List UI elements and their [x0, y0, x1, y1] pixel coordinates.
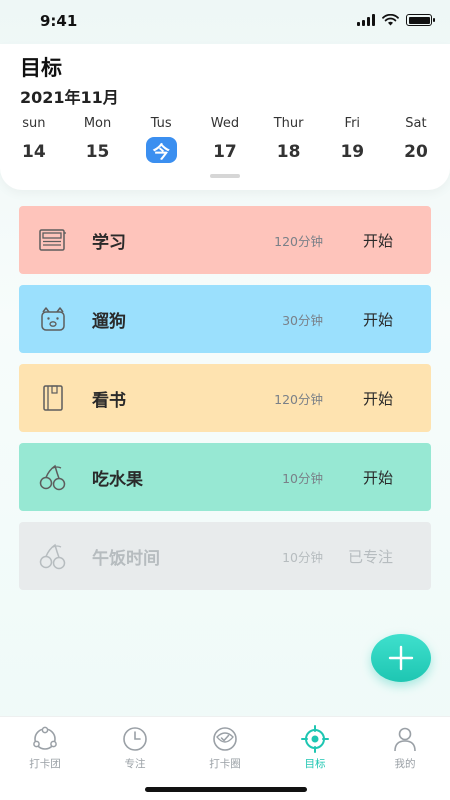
start-button[interactable]: 开始 — [363, 388, 393, 409]
book-icon — [43, 385, 63, 411]
task-card-eat-fruit[interactable]: 吃水果 10分钟 开始 — [19, 443, 431, 511]
person-icon — [394, 727, 416, 752]
cherry-icon — [39, 543, 66, 570]
day-thu[interactable]: Thur 18 — [257, 116, 321, 166]
day-name: Fri — [344, 116, 361, 131]
day-tue[interactable]: Tus 今 — [129, 116, 193, 166]
tab-checkin-circle[interactable]: 打卡圈 — [180, 725, 270, 771]
task-card-study[interactable]: 学习 120分钟 开始 — [19, 206, 431, 274]
clock-icon — [123, 727, 147, 751]
day-date: 20 — [404, 142, 428, 162]
dog-icon — [41, 307, 65, 331]
wifi-icon — [382, 14, 399, 26]
task-card-lunch[interactable]: 午饭时间 10分钟 已专注 — [19, 522, 431, 590]
task-name: 吃水果 — [92, 469, 143, 490]
drag-handle[interactable] — [210, 174, 240, 178]
focused-status: 已专注 — [347, 547, 393, 566]
tab-label: 打卡圈 — [209, 758, 241, 770]
day-sun[interactable]: sun 14 — [2, 116, 66, 166]
month-label: 2021年11月 — [20, 88, 119, 107]
task-duration: 10分钟 — [282, 549, 323, 565]
status-icons — [357, 14, 435, 26]
task-name: 午饭时间 — [92, 548, 160, 569]
day-name: Tus — [150, 116, 172, 131]
status-bar: 9:41 — [0, 0, 450, 44]
start-button[interactable]: 开始 — [363, 467, 393, 488]
tab-label: 目标 — [304, 758, 326, 770]
today-badge: 今 — [145, 137, 177, 163]
task-name: 遛狗 — [92, 311, 126, 332]
day-mon[interactable]: Mon 15 — [66, 116, 130, 166]
day-date: 18 — [276, 142, 301, 162]
tab-label: 打卡团 — [29, 758, 61, 770]
plus-icon — [388, 645, 414, 671]
day-name: Wed — [210, 116, 240, 131]
status-time: 9:41 — [40, 12, 78, 30]
day-fri[interactable]: Fri 19 — [320, 116, 384, 166]
add-goal-button[interactable] — [371, 634, 431, 682]
day-name: Thur — [273, 116, 304, 131]
group-icon — [33, 726, 57, 750]
task-duration: 120分钟 — [274, 233, 323, 249]
task-card-read[interactable]: 看书 120分钟 开始 — [19, 364, 431, 432]
circle-check-icon — [213, 727, 237, 751]
day-wed[interactable]: Wed 17 — [193, 116, 257, 166]
page-title: 目标 — [20, 56, 62, 80]
tab-mine[interactable]: 我的 — [360, 725, 450, 771]
day-name: Mon — [83, 116, 112, 131]
task-name: 看书 — [92, 390, 126, 411]
cherry-icon — [39, 464, 66, 491]
notebook-icon — [39, 229, 66, 251]
tab-checkin-group[interactable]: 打卡团 — [0, 725, 90, 771]
start-button[interactable]: 开始 — [363, 230, 393, 251]
task-duration: 10分钟 — [282, 470, 323, 486]
day-name: Sat — [405, 116, 427, 131]
home-indicator — [145, 787, 307, 792]
tab-focus[interactable]: 专注 — [90, 725, 180, 771]
day-date: 15 — [85, 142, 110, 162]
week-calendar: sun 14 Mon 15 Tus 今 Wed 17 Thur 18 Fri 1… — [2, 116, 448, 166]
task-name: 学习 — [92, 232, 126, 253]
day-date: 14 — [22, 142, 46, 162]
tab-goals[interactable]: 目标 — [270, 725, 360, 771]
day-name: sun — [22, 116, 46, 131]
start-button[interactable]: 开始 — [363, 309, 393, 330]
battery-icon — [406, 14, 435, 26]
task-duration: 30分钟 — [282, 312, 323, 328]
tab-label: 专注 — [124, 758, 146, 770]
signal-icon — [357, 14, 375, 26]
day-date: 17 — [213, 142, 237, 162]
task-card-walk-dog[interactable]: 遛狗 30分钟 开始 — [19, 285, 431, 353]
tab-label: 我的 — [394, 758, 416, 770]
task-list: 学习 120分钟 开始 遛狗 30分钟 开始 看书 120分钟 开始 吃水果 1… — [19, 206, 431, 601]
day-sat[interactable]: Sat 20 — [384, 116, 448, 166]
header-card: 目标 2021年11月 sun 14 Mon 15 Tus 今 Wed 17 T… — [0, 44, 450, 190]
day-date: 19 — [340, 142, 365, 162]
target-icon — [301, 725, 329, 753]
task-duration: 120分钟 — [274, 391, 323, 407]
